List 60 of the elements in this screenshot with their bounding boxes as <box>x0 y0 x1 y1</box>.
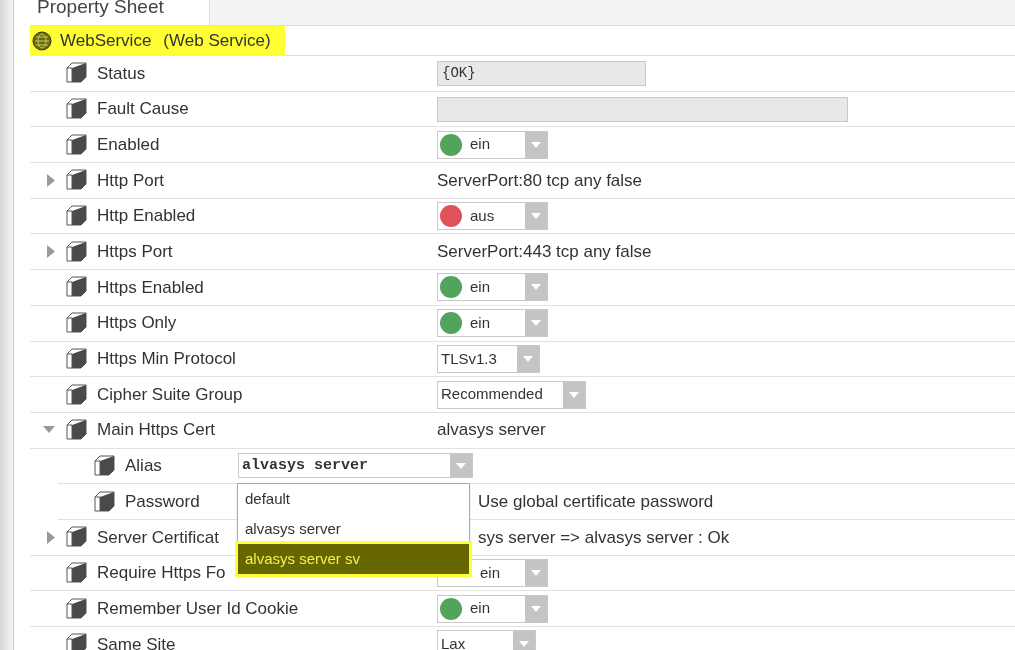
property-label: Fault Cause <box>97 98 189 121</box>
cube-icon <box>65 276 87 299</box>
property-label: Status <box>97 62 146 85</box>
dropdown-option[interactable]: default <box>238 484 469 514</box>
expand-arrow-icon[interactable] <box>47 530 55 544</box>
component-name: WebService <box>60 29 152 52</box>
property-label: Https Port <box>97 241 173 264</box>
state-dropdown[interactable]: aus <box>437 202 548 231</box>
property-label: Same Site <box>97 633 176 650</box>
property-value: Use global certificate password <box>478 490 714 513</box>
cube-icon <box>65 62 87 85</box>
state-dropdown[interactable]: ein <box>437 273 548 302</box>
cube-icon <box>65 383 87 406</box>
property-value: ServerPort:443 tcp any false <box>437 241 652 264</box>
property-value: sys server => alvasys server : Ok <box>478 526 730 549</box>
cube-icon <box>65 312 87 335</box>
alias-combo-box[interactable]: alvasys server <box>238 453 473 479</box>
collapse-arrow-icon[interactable] <box>43 426 55 435</box>
cube-icon <box>65 133 87 156</box>
state-dropdown[interactable]: ein <box>437 130 548 159</box>
property-label: Main Https Cert <box>97 419 216 442</box>
cube-icon <box>65 633 87 650</box>
property-value: alvasys server <box>437 419 546 442</box>
property-label: Password <box>125 490 200 513</box>
select-dropdown[interactable]: TLSv1.3 <box>437 344 540 373</box>
globe-icon <box>32 30 52 51</box>
property-label: Cipher Suite Group <box>97 383 243 406</box>
cube-icon <box>65 240 87 263</box>
property-label: Remember User Id Cookie <box>97 597 299 620</box>
cube-icon <box>65 597 87 620</box>
expand-arrow-icon[interactable] <box>47 173 55 187</box>
state-dropdown[interactable]: ein <box>437 594 548 623</box>
cube-icon <box>65 98 87 121</box>
dropdown-option[interactable]: alvasys server <box>238 514 469 544</box>
property-label: Enabled <box>97 133 160 156</box>
cube-icon <box>65 347 87 370</box>
expand-arrow-icon[interactable] <box>47 245 55 259</box>
property-label: Http Enabled <box>97 205 196 228</box>
cube-icon <box>93 490 115 513</box>
select-dropdown[interactable]: Lax <box>437 630 536 650</box>
cube-icon <box>93 454 115 477</box>
select-dropdown[interactable]: Recommended <box>437 380 586 409</box>
cube-icon <box>65 561 87 584</box>
cube-icon <box>65 205 87 228</box>
property-label: Https Min Protocol <box>97 348 236 371</box>
state-dropdown[interactable]: ein <box>437 309 548 338</box>
property-value: ServerPort:80 tcp any false <box>437 169 643 192</box>
dropdown-option[interactable]: alvasys server sv <box>238 544 469 574</box>
property-sheet-tab[interactable]: Property Sheet <box>30 0 210 25</box>
cube-icon <box>65 419 87 442</box>
cube-icon <box>65 169 87 192</box>
property-label: Https Only <box>97 312 177 335</box>
property-label: Alias <box>125 455 162 478</box>
read-only-field: {OK} <box>437 60 646 86</box>
property-label: Https Enabled <box>97 276 204 299</box>
cube-icon <box>65 526 87 549</box>
property-label: Require Https Fo <box>97 562 226 585</box>
property-label: Server Certificat <box>97 526 219 549</box>
component-type: (Web Service) <box>163 29 271 52</box>
property-label: Http Port <box>97 169 165 192</box>
